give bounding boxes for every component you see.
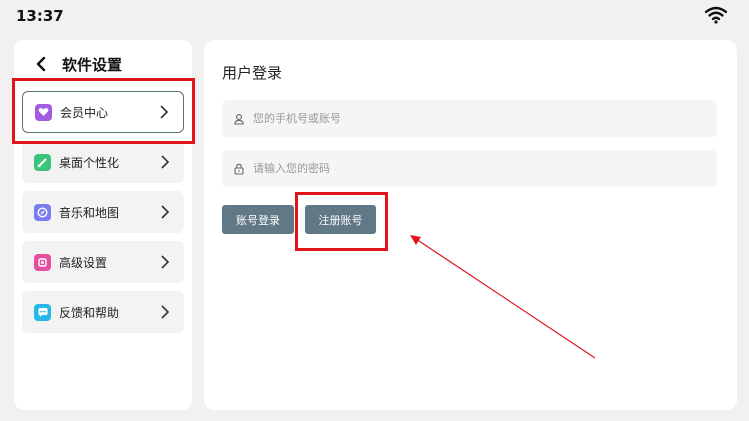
sidebar-item-music-and-map[interactable]: 音乐和地图 xyxy=(22,191,184,233)
chevron-right-icon xyxy=(161,305,170,319)
password-field xyxy=(222,150,717,187)
chevron-right-icon xyxy=(161,155,170,169)
status-bar: 13:37 xyxy=(0,0,749,34)
chat-bubble-icon xyxy=(34,303,51,321)
password-input[interactable] xyxy=(253,150,717,187)
account-login-button[interactable]: 账号登录 xyxy=(222,205,294,234)
chevron-right-icon xyxy=(160,105,169,119)
sidebar-item-desktop-personalization[interactable]: 桌面个性化 xyxy=(22,141,184,183)
wifi-icon xyxy=(705,6,727,24)
chevron-right-icon xyxy=(161,205,170,219)
sidebar-item-label: 反馈和帮助 xyxy=(59,305,120,320)
brush-icon xyxy=(34,153,51,171)
settings-sidebar: 软件设置 会员中心 桌面个性化 音乐和地图 高级设置 反馈和帮助 xyxy=(14,40,192,410)
chevron-left-icon[interactable] xyxy=(32,55,50,73)
account-input[interactable] xyxy=(253,100,717,137)
status-time: 13:37 xyxy=(16,7,64,25)
register-account-button[interactable]: 注册账号 xyxy=(305,205,376,234)
account-field xyxy=(222,100,717,137)
sidebar-header: 软件设置 xyxy=(32,52,122,76)
user-icon xyxy=(234,113,244,125)
heart-icon xyxy=(35,103,52,121)
chevron-right-icon xyxy=(161,255,170,269)
sidebar-item-advanced-settings[interactable]: 高级设置 xyxy=(22,241,184,283)
settings-square-icon xyxy=(34,253,51,271)
sidebar-item-label: 高级设置 xyxy=(59,255,108,270)
lock-icon xyxy=(234,163,244,175)
sidebar-item-label: 音乐和地图 xyxy=(59,205,120,220)
sidebar-item-feedback-and-help[interactable]: 反馈和帮助 xyxy=(22,291,184,333)
sidebar-item-member-center[interactable]: 会员中心 xyxy=(22,91,184,133)
sidebar-item-label: 桌面个性化 xyxy=(59,155,120,170)
login-title: 用户登录 xyxy=(222,64,283,82)
sidebar-title: 软件设置 xyxy=(62,55,123,74)
login-panel: 用户登录 账号登录 注册账号 xyxy=(204,40,737,410)
sidebar-item-label: 会员中心 xyxy=(60,105,109,120)
compass-icon xyxy=(34,203,51,221)
